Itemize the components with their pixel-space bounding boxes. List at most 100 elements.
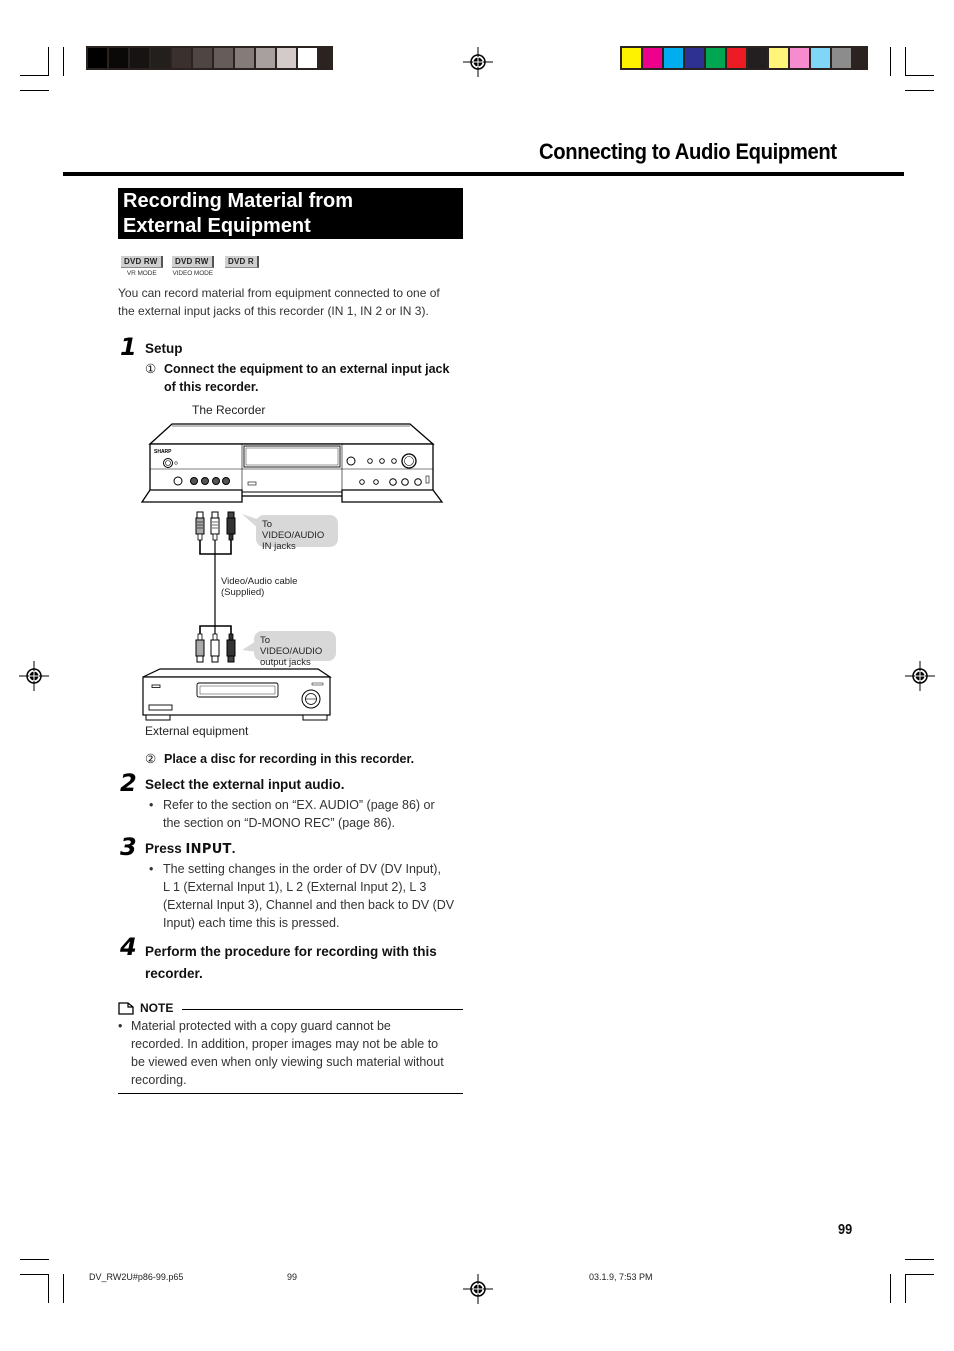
color-swatch: [727, 48, 746, 68]
intro-line: the external input jacks of this recorde…: [118, 303, 429, 318]
gray-swatch: [130, 48, 149, 68]
intro-paragraph: You can record material from equipment c…: [118, 285, 468, 320]
gray-swatch: [88, 48, 107, 68]
step-1-sub-item-2: ② Place a disc for recording in this rec…: [145, 750, 475, 768]
cable-label-line: (Supplied): [221, 587, 265, 598]
callout-text: To VIDEO/AUDIO: [260, 635, 323, 657]
color-swatch: [811, 48, 830, 68]
input-key-label: INPUT: [185, 842, 232, 857]
registration-mark-top: [463, 47, 493, 77]
step-heading-4: Perform the procedure for recording with…: [145, 941, 475, 985]
registration-mark-left: [19, 661, 49, 691]
external-equipment-illustration: [142, 668, 332, 721]
bullet-icon: •: [118, 1019, 123, 1033]
step-3-bullet: • The setting changes in the order of DV…: [149, 860, 468, 932]
color-swatch: [706, 48, 725, 68]
gray-swatch: [256, 48, 275, 68]
step-heading-text: recorder.: [145, 966, 203, 981]
step-heading-text: Perform the procedure for recording with…: [145, 944, 437, 959]
gray-swatch: [109, 48, 128, 68]
rca-plug-bottom-yellow: [195, 633, 205, 663]
rca-plug-top-white: [210, 511, 220, 541]
note-bullet: • Material protected with a copy guard c…: [118, 1017, 466, 1089]
note-text: recording.: [131, 1073, 187, 1087]
disc-badge-label: DVD RW: [172, 256, 214, 268]
step-number-2: 2: [120, 769, 137, 797]
step-1-sub-item-1: ① Connect the equipment to an external i…: [145, 360, 475, 396]
header-rule: [63, 172, 904, 176]
disc-badge-label: DVD RW: [121, 256, 163, 268]
note-icon: [118, 1002, 134, 1015]
callout-to-video-audio-output: To VIDEO/AUDIO output jacks: [254, 631, 336, 668]
disc-badge-dvd-rw-video: DVD RW VIDEO MODE: [172, 251, 214, 277]
disc-badge-mode: VIDEO MODE: [172, 270, 214, 277]
color-swatch: [664, 48, 683, 68]
bullet-text: L 1 (External Input 1), L 2 (External In…: [163, 880, 427, 894]
intro-line: You can record material from equipment c…: [118, 286, 440, 300]
registration-mark-right: [905, 661, 935, 691]
gray-swatch: [151, 48, 170, 68]
gray-swatch: [277, 48, 296, 68]
callout-to-video-audio-in: To VIDEO/AUDIO IN jacks: [256, 515, 338, 552]
disc-badge-dvd-rw-vr: DVD RW VR MODE: [121, 251, 163, 277]
note-text: be viewed even when only viewing such ma…: [131, 1055, 444, 1069]
bullet-text: the section on “D-MONO REC” (page 86).: [163, 816, 396, 830]
callout-text: To VIDEO/AUDIO: [262, 519, 325, 541]
circled-number-1: ①: [145, 362, 157, 376]
step-heading-2: Select the external input audio.: [145, 777, 345, 792]
step-heading-text: .: [231, 841, 236, 856]
gray-swatch: [214, 48, 233, 68]
bullet-text: Refer to the section on “EX. AUDIO” (pag…: [163, 798, 435, 812]
external-equipment-label: External equipment: [145, 724, 249, 738]
color-swatch: [748, 48, 767, 68]
cable-label-line: Video/Audio cable: [221, 576, 298, 587]
step-number-1: 1: [120, 333, 137, 361]
step-heading-text: Press: [145, 841, 186, 856]
color-swatch: [769, 48, 788, 68]
footer-filename: DV_RW2U#p86-99.p65: [89, 1272, 184, 1282]
gray-swatch: [172, 48, 191, 68]
sub-item-text: of this recorder.: [164, 380, 259, 394]
section-title-line2: External Equipment: [123, 214, 311, 237]
cable-label: Video/Audio cable (Supplied): [221, 576, 297, 598]
note-bottom-rule: [118, 1093, 463, 1094]
footer-timestamp: 03.1.9, 7:53 PM: [589, 1272, 653, 1282]
rca-plug-top-red: [226, 511, 236, 541]
recorder-label: The Recorder: [192, 403, 266, 417]
recorder-illustration: SHARP: [140, 423, 444, 503]
color-swatch: [622, 48, 641, 68]
disc-badge-mode: VR MODE: [126, 270, 157, 277]
step-number-4: 4: [120, 933, 137, 961]
note-heading: NOTE: [140, 1001, 174, 1015]
bullet-icon: •: [149, 798, 154, 812]
color-bar: [620, 46, 868, 70]
callout-text: IN jacks: [262, 541, 296, 552]
step-2-bullet: • Refer to the section on “EX. AUDIO” (p…: [149, 796, 463, 832]
step-heading-1: Setup: [145, 341, 183, 356]
section-title-line1: Recording Material from: [123, 190, 354, 212]
gray-swatch: [193, 48, 212, 68]
brand-logo: SHARP: [154, 449, 172, 455]
disc-badge-dvd-r: DVD R: [225, 251, 259, 269]
rca-plug-top-yellow: [195, 511, 205, 541]
bullet-text: The setting changes in the order of DV (…: [163, 862, 441, 876]
rca-plug-bottom-red: [226, 633, 236, 663]
circled-number-2: ②: [145, 752, 157, 766]
disc-badge-label: DVD R: [225, 256, 259, 268]
bullet-text: (External Input 3), Channel and then bac…: [163, 898, 455, 912]
color-swatch: [832, 48, 851, 68]
color-swatch: [685, 48, 704, 68]
note-text: recorded. In addition, proper images may…: [131, 1037, 439, 1051]
step-number-3: 3: [120, 833, 137, 861]
note-text: Material protected with a copy guard can…: [131, 1019, 391, 1033]
chapter-title: Connecting to Audio Equipment: [539, 139, 837, 164]
bullet-icon: •: [149, 862, 154, 876]
rca-plug-bottom-white: [210, 633, 220, 663]
color-swatch: [643, 48, 662, 68]
sub-item-text: Connect the equipment to an external inp…: [164, 362, 450, 376]
color-swatch: [790, 48, 809, 68]
gray-swatch: [298, 48, 317, 68]
registration-mark-bottom: [463, 1274, 493, 1304]
grayscale-bar: [86, 46, 333, 70]
sub-item-text: Place a disc for recording in this recor…: [164, 752, 415, 766]
